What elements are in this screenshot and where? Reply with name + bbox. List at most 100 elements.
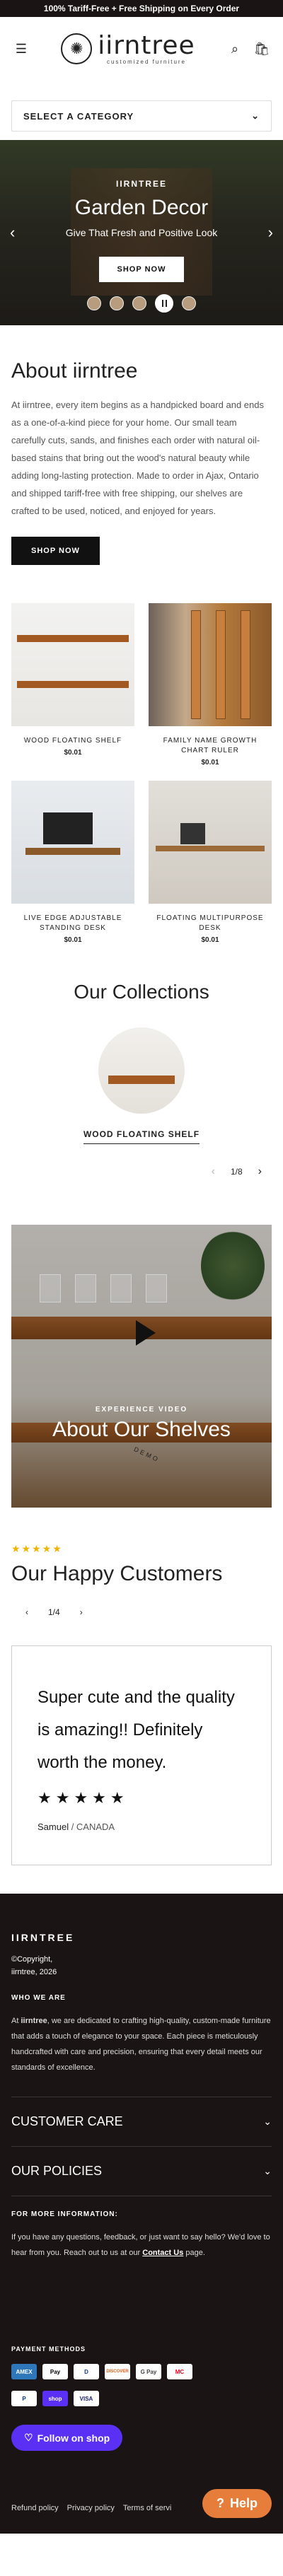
chevron-left-icon[interactable]: ‹ (10, 223, 15, 242)
google-pay-icon: G Pay (136, 2364, 161, 2379)
contact-us-link[interactable]: Contact Us (142, 2249, 183, 2257)
product-card[interactable]: FAMILY NAME GROWTH CHART RULER $0.01 (149, 603, 272, 767)
product-name[interactable]: LIVE EDGE ADJUSTABLE STANDING DESK (11, 914, 134, 933)
paypal-icon: P (11, 2391, 37, 2406)
hero-title: Garden Decor (74, 196, 209, 219)
follow-on-shop-button[interactable]: ♡ Follow on shop (11, 2425, 123, 2451)
product-name[interactable]: FAMILY NAME GROWTH CHART RULER (149, 736, 272, 756)
cart-icon[interactable]: 🛍 (252, 39, 272, 59)
author-location: / CANADA (69, 1822, 115, 1832)
collection-name[interactable]: WOOD FLOATING SHELF (83, 1129, 200, 1144)
terms-of-service-link[interactable]: Terms of servi (123, 2504, 171, 2512)
hero-shop-now-button[interactable]: SHOP NOW (98, 257, 185, 282)
chevron-down-icon: ⌄ (263, 2165, 272, 2176)
hero-thumb[interactable] (182, 296, 196, 310)
product-card[interactable]: LIVE EDGE ADJUSTABLE STANDING DESK $0.01 (11, 781, 134, 944)
refund-policy-link[interactable]: Refund policy (11, 2504, 59, 2512)
about-shop-now-button[interactable]: SHOP NOW (11, 537, 100, 565)
accordion-our-policies[interactable]: OUR POLICIES ⌄ (11, 2146, 272, 2196)
pager-count: 1/8 (230, 1167, 243, 1177)
chevron-right-icon[interactable]: › (268, 223, 273, 242)
amex-icon: AMEX (11, 2364, 37, 2379)
testimonials-pager: ‹ 1/4 › (11, 1586, 272, 1617)
logo-tagline: customized furniture (106, 58, 186, 65)
search-icon[interactable]: ⌕ (225, 39, 245, 59)
footer-copyright: ©Copyright, iirntree, 2026 (11, 1955, 57, 1976)
category-select-label: SELECT A CATEGORY (23, 110, 134, 122)
video-subtitle: EXPERIENCE VIDEO (95, 1406, 188, 1414)
chevron-down-icon: ⌄ (251, 110, 260, 121)
chevron-down-icon: ⌄ (263, 2116, 272, 2127)
more-info-text: If you have any questions, feedback, or … (11, 2233, 270, 2257)
pause-icon[interactable] (155, 294, 173, 313)
payment-icons-row: AMEX Pay D DISCOVER G Pay MC (11, 2364, 272, 2379)
chevron-left-icon[interactable]: ‹ (25, 1607, 28, 1617)
about-section: About iirntree At iirntree, every item b… (0, 325, 283, 565)
hero-thumb[interactable] (110, 296, 124, 310)
product-price: $0.01 (201, 759, 219, 767)
collections-pager: ‹ 1/8 › (0, 1144, 283, 1178)
hero-brand: IIRNTREE (115, 179, 167, 189)
footer-brand: IIRNTREE (11, 1932, 75, 1943)
testimonial-card: Super cute and the quality is amazing!! … (11, 1645, 272, 1865)
product-card[interactable]: WOOD FLOATING SHELF $0.01 (11, 603, 134, 767)
accordion-customer-care[interactable]: CUSTOMER CARE ⌄ (11, 2097, 272, 2146)
hero-slideshow: IIRNTREE Garden Decor Give That Fresh an… (0, 140, 283, 325)
product-card[interactable]: FLOATING MULTIPURPOSE DESK $0.01 (149, 781, 272, 944)
hero-thumb[interactable] (132, 296, 146, 310)
author-name: Samuel (37, 1822, 69, 1832)
mastercard-icon: MC (167, 2364, 192, 2379)
about-body: At iirntree, every item begins as a hand… (11, 400, 264, 516)
site-logo[interactable]: ✺ iirntree customized furniture (61, 33, 195, 65)
stars-rating: ★★★★★ (11, 1543, 63, 1554)
help-icon: ? (216, 2496, 224, 2510)
hero-thumbnails (0, 294, 283, 313)
testimonial-author: Samuel / CANADA (37, 1822, 246, 1832)
product-image[interactable] (11, 781, 134, 904)
chevron-right-icon[interactable]: › (80, 1607, 83, 1617)
hero-subtitle: Give That Fresh and Positive Look (65, 227, 218, 238)
product-image[interactable] (149, 603, 272, 726)
about-title: About iirntree (11, 359, 138, 383)
announcement-bar: 100% Tariff-Free + Free Shipping on Ever… (0, 0, 283, 17)
product-image[interactable] (11, 603, 134, 726)
product-price: $0.01 (64, 749, 82, 757)
collections-title: Our Collections (74, 981, 209, 1003)
testimonials-title: Our Happy Customers (11, 1562, 223, 1585)
help-button[interactable]: ? Help (202, 2489, 272, 2518)
chevron-right-icon[interactable]: › (258, 1165, 262, 1178)
hero-thumb[interactable] (87, 296, 101, 310)
testimonial-stars: ★★★★★ (37, 1789, 129, 1807)
collections-section: Our Collections WOOD FLOATING SHELF ‹ 1/… (0, 944, 283, 1178)
category-select[interactable]: SELECT A CATEGORY ⌄ (11, 100, 272, 132)
logo-name: iirntree (98, 30, 195, 60)
video-section[interactable]: EXPERIENCE VIDEO About Our Shelves DEMO (11, 1225, 272, 1508)
product-image[interactable] (149, 781, 272, 904)
payment-methods-heading: PAYMENT METHODS (11, 2345, 86, 2353)
more-info-heading: FOR MORE INFORMATION: (11, 2210, 118, 2218)
diners-icon: D (74, 2364, 99, 2379)
heart-icon: ♡ (24, 2432, 33, 2443)
play-icon[interactable] (136, 1320, 156, 1346)
collection-image[interactable] (98, 1027, 185, 1114)
footer-links: Refund policy Privacy policy Terms of se… (11, 2504, 171, 2512)
video-title: About Our Shelves (52, 1418, 231, 1441)
product-price: $0.01 (64, 936, 82, 944)
who-we-are-text: At iirntree, we are dedicated to craftin… (11, 2017, 271, 2072)
discover-icon: DISCOVER (105, 2364, 130, 2379)
shop-pay-icon: shop (42, 2391, 68, 2406)
testimonials-section: ★★★★★ Our Happy Customers ‹ 1/4 › (0, 1508, 283, 1617)
site-header: ☰ ✺ iirntree customized furniture ⌕ 🛍 (0, 17, 283, 81)
product-name[interactable]: WOOD FLOATING SHELF (11, 736, 134, 746)
menu-icon[interactable]: ☰ (11, 39, 31, 59)
visa-icon: VISA (74, 2391, 99, 2406)
payment-icons-row: P shop VISA (11, 2391, 272, 2406)
product-name[interactable]: FLOATING MULTIPURPOSE DESK (149, 914, 272, 933)
who-we-are-heading: WHO WE ARE (11, 1994, 66, 2002)
pager-count: 1/4 (48, 1607, 60, 1617)
product-price: $0.01 (201, 936, 219, 944)
privacy-policy-link[interactable]: Privacy policy (67, 2504, 115, 2512)
chevron-left-icon[interactable]: ‹ (212, 1165, 215, 1178)
site-footer: IIRNTREE ©Copyright, iirntree, 2026 WHO … (0, 1894, 283, 2534)
tree-logo-icon: ✺ (61, 33, 93, 64)
